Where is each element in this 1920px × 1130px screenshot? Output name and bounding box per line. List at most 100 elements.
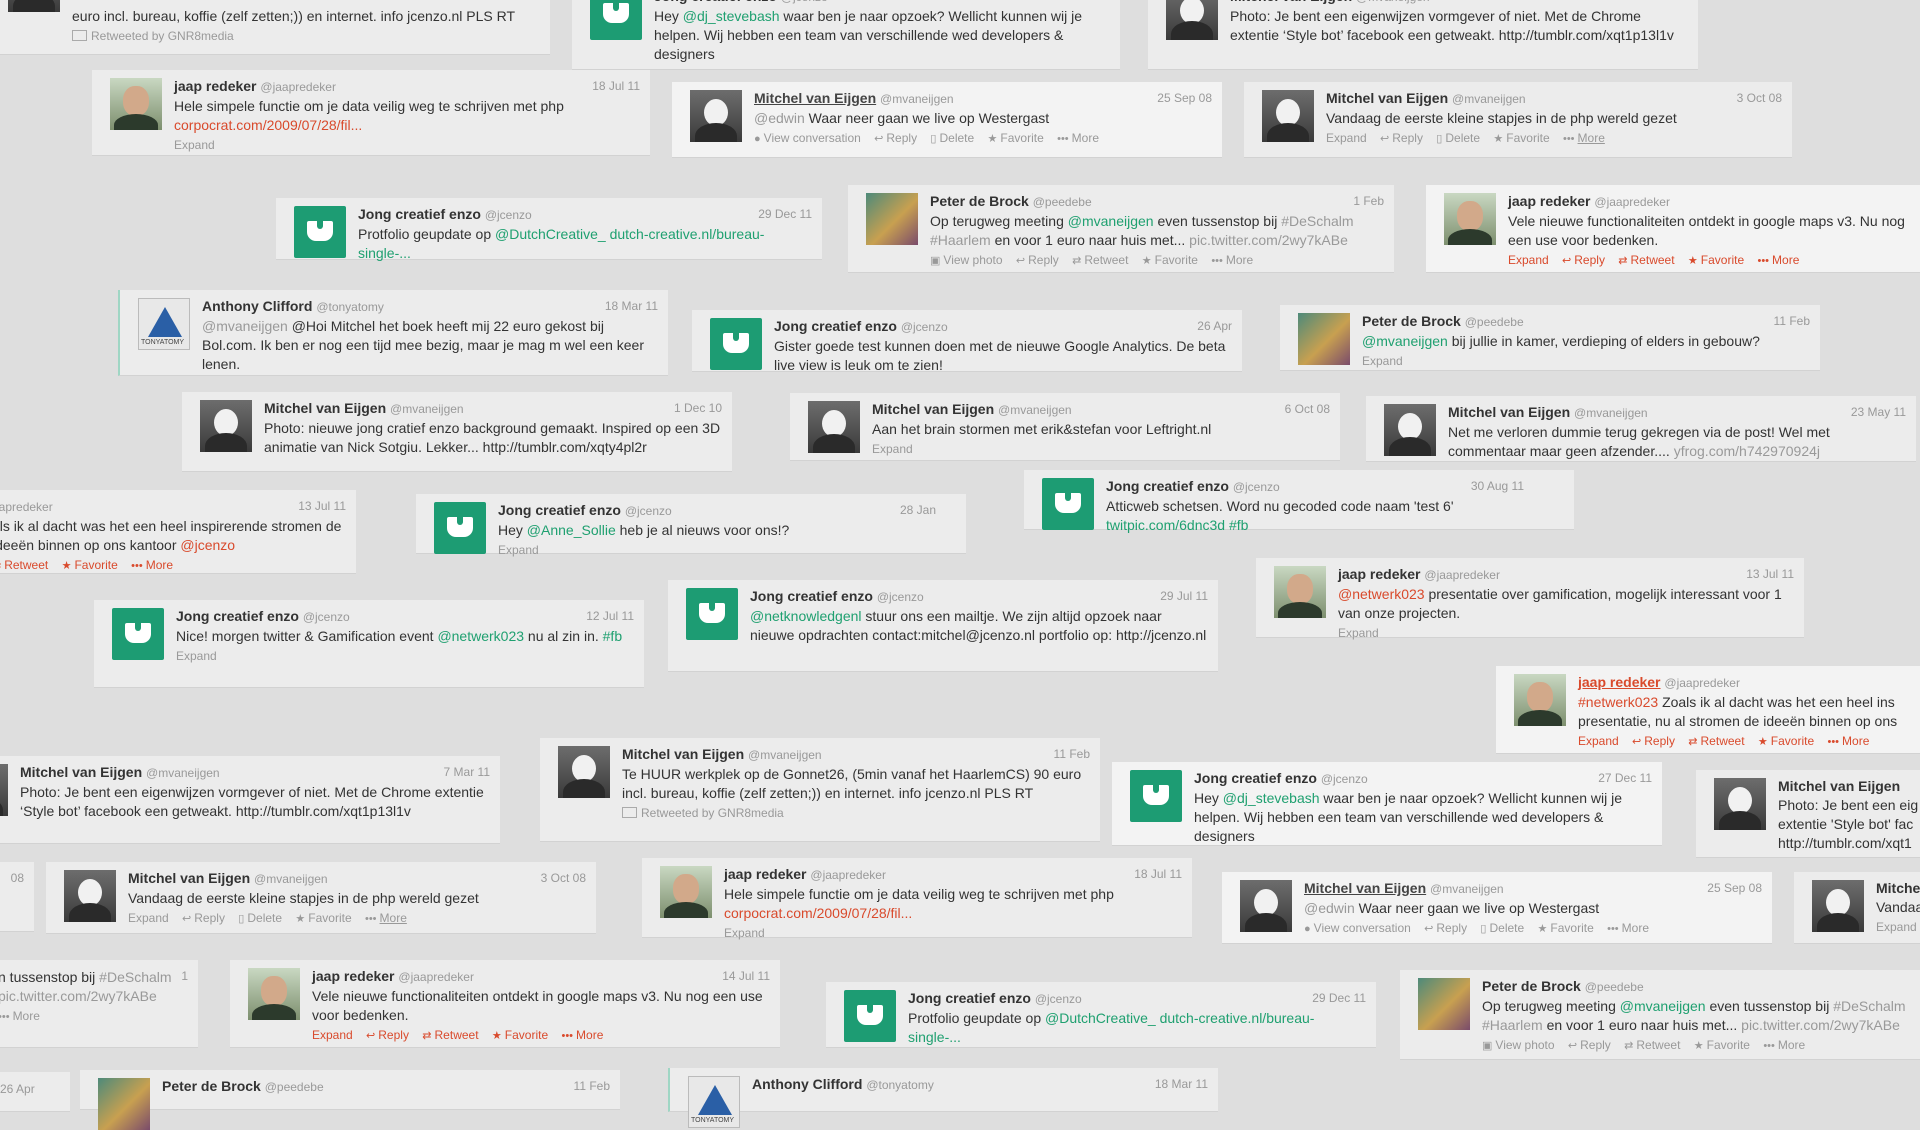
user-name[interactable]: Mitchel van Eijgen bbox=[1326, 90, 1448, 106]
url-link[interactable]: corpocrat.com/2009/07/28/fil... bbox=[724, 905, 912, 921]
tweet-card[interactable]: Peter de Brock @peedebe 11 Feb bbox=[80, 1070, 620, 1130]
user-handle[interactable]: @peedebe bbox=[265, 1080, 324, 1094]
user-handle[interactable]: @mvaneijgen bbox=[1574, 406, 1648, 420]
tweet-card[interactable]: Jong creatief enzo @jcenzo 28 Jan Hey @An… bbox=[416, 494, 966, 557]
tweet-card[interactable]: Mitchel van Eijgen @mvaneijgen 25 Sep 08 … bbox=[1222, 872, 1772, 944]
tweet-date[interactable]: 25 Sep 08 bbox=[1707, 879, 1762, 897]
more-button[interactable]: •••More bbox=[1827, 734, 1869, 748]
user-handle[interactable]: @jcenzo bbox=[485, 208, 532, 222]
user-handle[interactable]: @jcenzo bbox=[1233, 480, 1280, 494]
user-handle[interactable]: @jcenzo bbox=[877, 590, 924, 604]
mention-link[interactable]: @mvaneijgen bbox=[1068, 213, 1154, 229]
tweet-date[interactable]: 18 Mar 11 bbox=[1155, 1075, 1208, 1093]
mention-link[interactable]: @netwerk023 bbox=[437, 628, 524, 644]
avatar[interactable] bbox=[112, 608, 164, 660]
user-handle[interactable]: @jaapredeker bbox=[260, 80, 336, 94]
user-handle[interactable]: @mvaneijgen bbox=[254, 872, 328, 886]
tweet-date[interactable]: 27 Dec 11 bbox=[1598, 769, 1652, 787]
tweet-card[interactable]: euro incl. bureau, koffie (zelf zetten;)… bbox=[0, 0, 550, 55]
avatar[interactable] bbox=[1714, 778, 1766, 830]
tweet-card[interactable]: jaap redeker @jaapredeker 13 Jul 11 @netw… bbox=[1256, 558, 1804, 640]
expand-link[interactable]: Expand bbox=[1362, 354, 1403, 368]
url-link[interactable]: yfrog.com/h742970924j bbox=[1674, 443, 1820, 459]
user-name[interactable]: Jong creatief enzo bbox=[908, 990, 1031, 1006]
user-handle[interactable]: @jaapredeker bbox=[1664, 676, 1740, 690]
avatar[interactable] bbox=[660, 866, 712, 918]
retweet-button[interactable]: ⇄Retweet bbox=[1624, 1038, 1680, 1052]
avatar[interactable] bbox=[64, 870, 116, 922]
user-name[interactable]: Peter de Brock bbox=[930, 193, 1029, 209]
tweet-date[interactable]: 25 Sep 08 bbox=[1157, 89, 1212, 107]
pic-link[interactable]: pic.twitter.com/2wy7kABe bbox=[0, 988, 157, 1004]
tweet-card[interactable]: 08 bbox=[0, 862, 34, 932]
avatar[interactable] bbox=[690, 90, 742, 142]
tweet-card[interactable]: 1 n tussenstop bij #DeSchalm pic.twitter.… bbox=[0, 960, 198, 1048]
user-name[interactable]: Mitchel van Eijgen bbox=[1304, 880, 1426, 896]
hashtag-link[interactable]: #DeSchalm bbox=[99, 969, 171, 985]
favorite-button[interactable]: ★ Favorite bbox=[295, 911, 351, 925]
user-name[interactable]: Mitchel van Eijgen bbox=[622, 746, 744, 762]
tweet-date[interactable]: 18 Jul 11 bbox=[592, 77, 640, 95]
tweet-card[interactable]: Mitchel van Eijgen @mvaneijgen 25 Sep 08 … bbox=[672, 82, 1222, 158]
tweet-card[interactable]: Mitchel van Eijgen Vandaag Expand bbox=[1794, 872, 1920, 944]
expand-link[interactable]: Expand bbox=[1326, 131, 1367, 145]
avatar[interactable] bbox=[1384, 404, 1436, 456]
tweet-date[interactable]: 11 Feb bbox=[1774, 312, 1810, 330]
user-handle[interactable]: @mvaneijgen bbox=[1356, 0, 1430, 4]
reply-button[interactable]: ↩ Reply bbox=[366, 1028, 409, 1042]
tweet-date[interactable]: 6 Oct 08 bbox=[1285, 400, 1330, 418]
tweet-date[interactable]: 3 Oct 08 bbox=[1737, 89, 1782, 107]
user-handle[interactable]: @peedebe bbox=[1585, 980, 1644, 994]
mention-link[interactable]: #netwerk023 bbox=[1578, 694, 1658, 710]
avatar[interactable] bbox=[294, 206, 346, 258]
tweet-card[interactable]: 26 Apr bbox=[0, 1072, 70, 1112]
url-link[interactable]: corpocrat.com/2009/07/28/fil... bbox=[174, 117, 362, 133]
expand-link[interactable]: Expand bbox=[128, 911, 169, 925]
tweet-card[interactable]: Jong creatief enzo @jcenzo 27 Dec 11 Hey … bbox=[1112, 762, 1662, 846]
reply-button[interactable]: ↩ Reply bbox=[182, 911, 225, 925]
avatar[interactable] bbox=[1042, 478, 1094, 530]
tweet-card[interactable]: Anthony Clifford @tonyatomy 18 Mar 11 @mv… bbox=[118, 290, 668, 376]
tweet-card[interactable]: Mitchel van Eijgen Photo: Je bent een ei… bbox=[1696, 770, 1920, 858]
reply-button[interactable]: ↩ Reply bbox=[1562, 253, 1605, 267]
reply-button[interactable]: ↩ Reply bbox=[1380, 131, 1423, 145]
mention-link[interactable]: @edwin bbox=[754, 110, 805, 126]
user-name[interactable]: Jong creatief enzo bbox=[654, 0, 777, 4]
tweet-card[interactable]: Peter de Brock @peedebe 11 Feb @mvaneijge… bbox=[1280, 305, 1820, 371]
user-name[interactable]: Jong creatief enzo bbox=[774, 318, 897, 334]
mention-link[interactable]: @mvaneijgen bbox=[202, 318, 288, 334]
tweet-date[interactable]: 13 Jul 11 bbox=[1746, 565, 1794, 583]
reply-button[interactable]: ↩ Reply bbox=[1016, 253, 1059, 267]
tweet-card[interactable]: jaap redeker @jaapredeker #netwerk023 Zo… bbox=[1496, 666, 1920, 754]
user-name[interactable]: jaap redeker bbox=[1508, 193, 1591, 209]
avatar[interactable] bbox=[248, 968, 300, 1020]
avatar[interactable] bbox=[1418, 978, 1470, 1030]
tweet-date[interactable]: 28 Jan bbox=[900, 501, 936, 519]
user-handle[interactable]: aapredeker bbox=[0, 500, 53, 514]
avatar[interactable] bbox=[1812, 880, 1864, 932]
tweet-date[interactable]: 18 Jul 11 bbox=[1134, 865, 1182, 883]
user-name[interactable]: jaap redeker bbox=[174, 78, 257, 94]
avatar[interactable] bbox=[558, 746, 610, 798]
retweet-button[interactable]: ⇄Retweet bbox=[0, 558, 48, 572]
favorite-button[interactable]: ★ Favorite bbox=[1694, 1038, 1750, 1052]
user-handle[interactable]: @jaapredeker bbox=[1594, 195, 1670, 209]
user-handle[interactable]: @jcenzo bbox=[1321, 772, 1368, 786]
tweet-card[interactable]: Mitchel van Eijgen @mvaneijgen 6 Oct 08 A… bbox=[790, 393, 1340, 461]
tweet-card[interactable]: Mitchel van Eijgen @mvaneijgen 3 Oct 08 V… bbox=[1244, 82, 1792, 158]
user-name[interactable]: Anthony Clifford bbox=[752, 1076, 862, 1092]
more-button[interactable]: •••More bbox=[1211, 253, 1253, 267]
avatar[interactable] bbox=[686, 588, 738, 640]
more-button[interactable]: •••More bbox=[0, 1009, 40, 1023]
tweet-card[interactable]: Mitchel van Eijgen @mvaneijgen 7 Mar 11 P… bbox=[0, 756, 500, 844]
tweet-card[interactable]: Peter de Brock @peedebe Op terugweg meet… bbox=[1400, 970, 1920, 1060]
avatar[interactable] bbox=[1444, 193, 1496, 245]
user-handle[interactable]: @jcenzo bbox=[781, 0, 828, 4]
avatar[interactable] bbox=[434, 502, 486, 554]
user-handle[interactable]: @mvaneijgen bbox=[880, 92, 954, 106]
retweet-button[interactable]: ⇄Retweet bbox=[1688, 734, 1744, 748]
tweet-card[interactable]: jaap redeker @jaapredeker 18 Jul 11 Hele … bbox=[642, 858, 1192, 940]
tweet-date[interactable]: 14 Jul 11 bbox=[722, 967, 770, 985]
expand-link[interactable]: Expand bbox=[1508, 253, 1549, 267]
user-name[interactable]: Peter de Brock bbox=[162, 1078, 261, 1094]
